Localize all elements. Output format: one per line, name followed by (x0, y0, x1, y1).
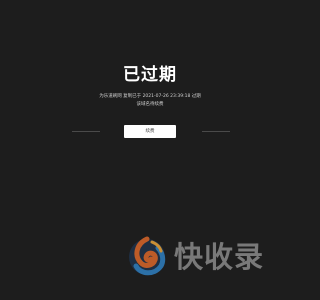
watermark-text: 快收录 (174, 240, 265, 274)
renew-button[interactable]: 续费 (124, 125, 176, 138)
expiry-message-line: 为乐道刷网 复制已于 2021-07-26 23:39:18 过期 (99, 94, 201, 99)
watermark: 快收录 (126, 236, 281, 278)
divider-right (202, 131, 230, 132)
divider-left (72, 131, 100, 132)
flame-swirl-logo-icon (129, 236, 166, 276)
page-title: 已过期 (123, 65, 177, 85)
renewal-note: 该域名待续费 (136, 102, 164, 107)
expiry-message: 为乐道刷网 复制已于 2021-07-26 23:39:18 过期 该域名待续费 (0, 93, 300, 109)
